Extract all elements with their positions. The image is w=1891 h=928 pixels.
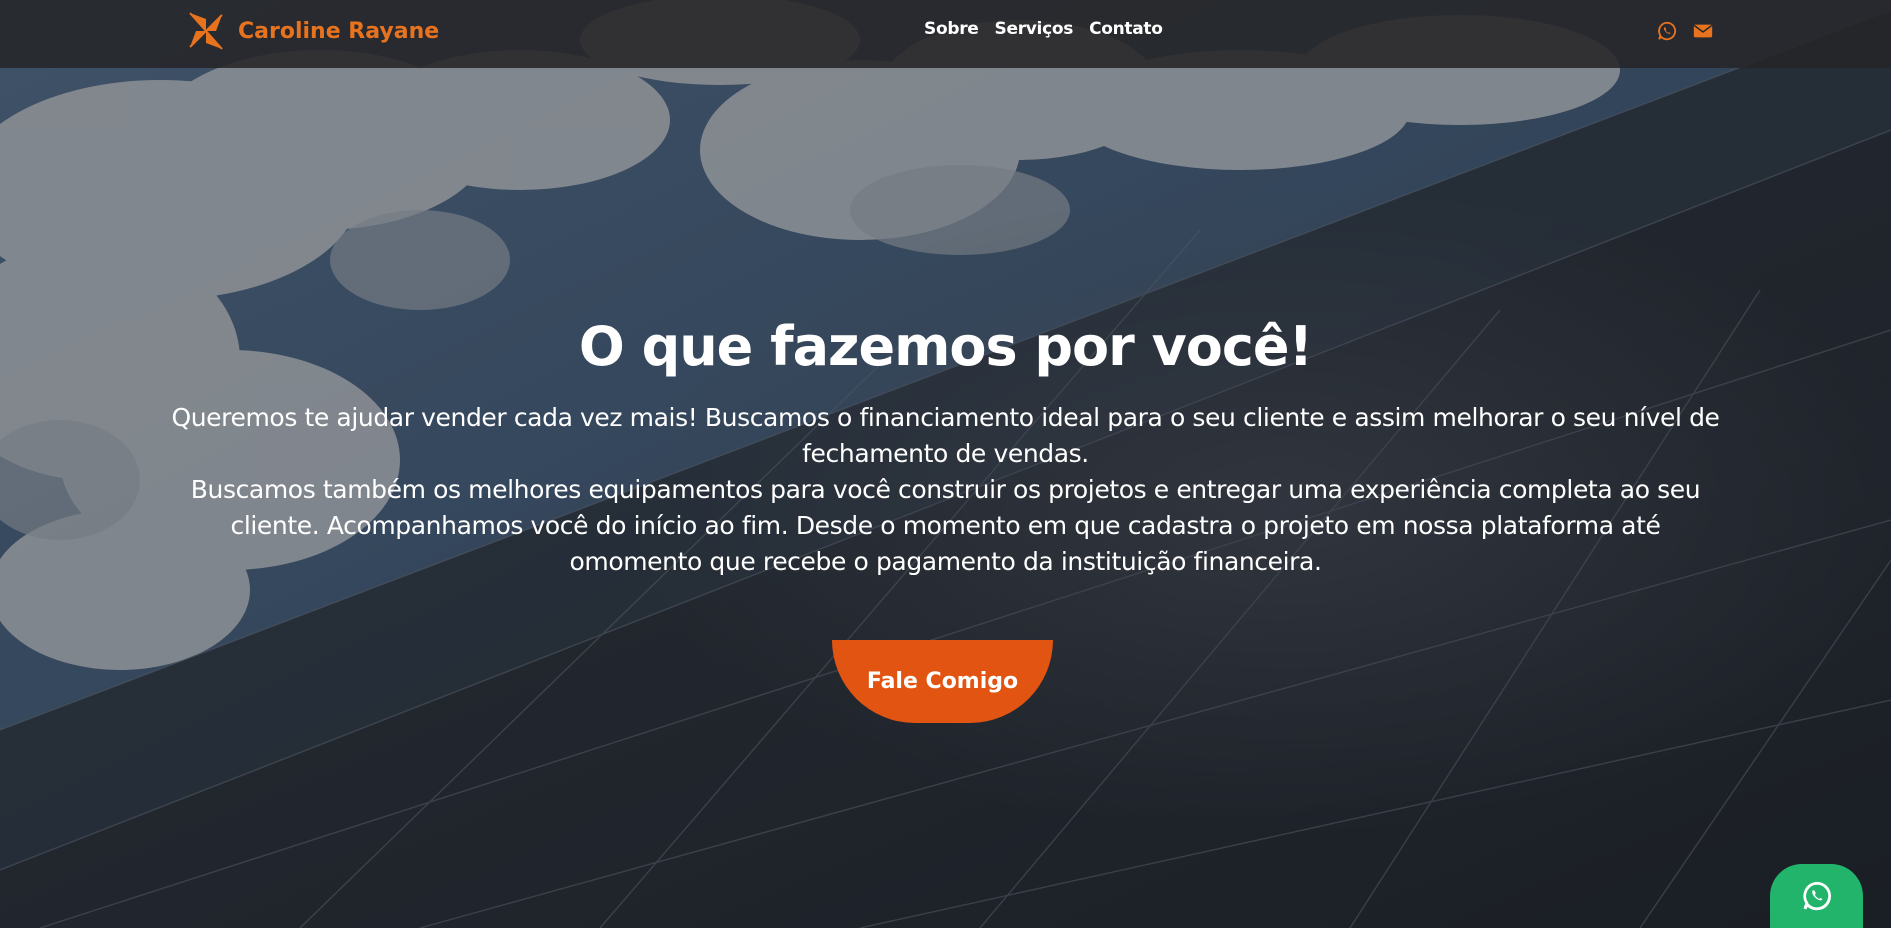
hero-paragraph-1: Queremos te ajudar vender cada vez mais!… <box>171 403 1720 468</box>
hero-section: Caroline Rayane Sobre Serviços Contato O… <box>0 0 1891 928</box>
brand-link[interactable]: Caroline Rayane <box>186 8 439 54</box>
hero-paragraph-2: Buscamos também os melhores equipamentos… <box>190 475 1701 576</box>
hero-description: Queremos te ajudar vender cada vez mais!… <box>166 400 1726 580</box>
nav-link-servicos[interactable]: Serviços <box>995 19 1074 39</box>
brand-name: Caroline Rayane <box>238 18 440 44</box>
envelope-icon[interactable] <box>1692 20 1714 42</box>
hero-title: O que fazemos por você! <box>578 315 1313 378</box>
nav-link-contato[interactable]: Contato <box>1089 19 1163 39</box>
nav-social-icons <box>1656 20 1714 42</box>
whatsapp-floating-button[interactable] <box>1770 864 1863 928</box>
pinwheel-logo-icon <box>189 12 223 50</box>
top-navbar: Caroline Rayane Sobre Serviços Contato <box>0 0 1891 68</box>
hero-content: O que fazemos por você! Queremos te ajud… <box>0 308 1891 580</box>
nav-links: Sobre Serviços Contato <box>924 19 1163 39</box>
nav-link-sobre[interactable]: Sobre <box>924 19 979 39</box>
whatsapp-icon <box>1802 881 1831 911</box>
whatsapp-icon[interactable] <box>1656 20 1678 42</box>
